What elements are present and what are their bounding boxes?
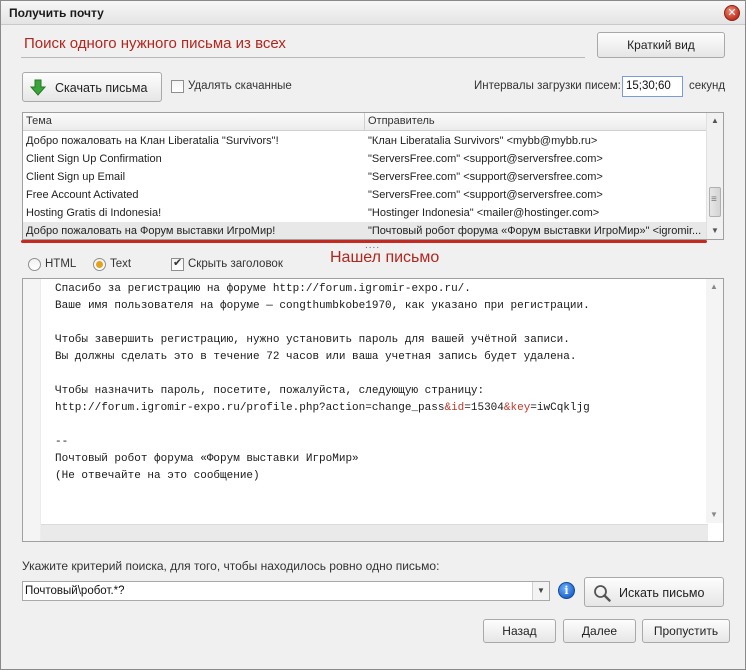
message-line: Ваше имя пользователя на форуме — congth… — [55, 300, 590, 312]
info-icon[interactable]: i — [558, 582, 575, 599]
message-body[interactable]: Спасибо за регистрацию на форуме http://… — [22, 278, 724, 542]
column-sender[interactable]: Отправитель — [368, 115, 435, 127]
row-subject: Добро пожаловать на Форум выставки ИгроМ… — [26, 225, 276, 237]
delete-downloaded-label: Удалять скачанные — [188, 80, 292, 92]
download-mail-button[interactable]: Скачать письма — [22, 72, 162, 102]
page-title: Поиск одного нужного письма из всех — [24, 35, 286, 52]
row-sender: "Клан Liberatalia Survivors" <mybb@mybb.… — [368, 135, 598, 147]
annotation-found: Нашел письмо — [330, 249, 440, 266]
interval-label: Интервалы загрузки писем: — [474, 80, 621, 92]
row-subject: Client Sign up Email — [26, 171, 126, 183]
table-scrollbar[interactable]: ▲ ▼ — [706, 113, 723, 239]
hide-header-checkbox[interactable] — [171, 256, 184, 271]
row-subject: Free Account Activated — [26, 189, 139, 201]
scroll-up-icon[interactable]: ▲ — [706, 279, 722, 295]
message-line: Почтовый робот форума «Форум выставки Иг… — [55, 453, 359, 465]
hide-header-label: Скрыть заголовок — [188, 258, 283, 270]
message-link-line: http://forum.igromir-expo.ru/profile.php… — [55, 402, 590, 414]
brief-view-button[interactable]: Краткий вид — [597, 32, 725, 58]
search-icon — [594, 585, 611, 602]
delete-downloaded-checkbox[interactable] — [171, 80, 184, 93]
scroll-up-icon[interactable]: ▲ — [707, 113, 723, 129]
message-hscrollbar[interactable] — [41, 524, 708, 541]
row-sender: "ServersFree.com" <support@serversfree.c… — [368, 171, 603, 183]
close-icon[interactable]: ✕ — [724, 5, 740, 21]
message-line: -- — [55, 436, 69, 448]
interval-input[interactable]: 15;30;60 — [622, 76, 683, 97]
table-row[interactable]: Free Account Activated "ServersFree.com"… — [23, 186, 707, 204]
next-button[interactable]: Далее — [563, 619, 636, 643]
html-radio[interactable] — [28, 258, 41, 271]
title-bar: Получить почту ✕ — [1, 1, 745, 25]
message-line: Чтобы назначить пароль, посетите, пожалу… — [55, 385, 485, 397]
html-radio-label: HTML — [45, 258, 77, 270]
table-row[interactable]: Hosting Gratis di Indonesia! "Hostinger … — [23, 204, 707, 222]
window-title: Получить почту — [9, 6, 104, 20]
column-subject[interactable]: Тема — [26, 115, 52, 127]
row-sender: "Почтовый робот форума «Форум выставки И… — [368, 225, 702, 237]
row-subject: Client Sign Up Confirmation — [26, 153, 162, 165]
mail-table: Тема Отправитель Добро пожаловать на Кла… — [22, 112, 724, 240]
search-mail-label: Искать письмо — [619, 586, 705, 600]
message-line: Вы должны сделать это в течение 72 часов… — [55, 351, 577, 363]
table-header: Тема Отправитель — [23, 113, 707, 131]
message-line: (Не отвечайте на это сообщение) — [55, 470, 260, 482]
row-sender: "ServersFree.com" <support@serversfree.c… — [368, 189, 603, 201]
table-row[interactable]: Client Sign up Email "ServersFree.com" <… — [23, 168, 707, 186]
row-subject: Hosting Gratis di Indonesia! — [26, 207, 162, 219]
get-mail-dialog: Получить почту ✕ Поиск одного нужного пи… — [0, 0, 746, 670]
chevron-down-icon[interactable]: ▼ — [532, 582, 549, 600]
text-radio[interactable] — [93, 258, 106, 271]
heading-box: Поиск одного нужного письма из всех — [21, 32, 585, 58]
download-mail-label: Скачать письма — [55, 81, 148, 95]
row-sender: "ServersFree.com" <support@serversfree.c… — [368, 153, 603, 165]
interval-unit: секунд — [689, 80, 726, 92]
criteria-combobox[interactable]: Почтовый\робот.*? ▼ — [22, 581, 550, 601]
skip-button[interactable]: Пропустить — [642, 619, 730, 643]
scroll-down-icon[interactable]: ▼ — [707, 223, 723, 239]
message-line: Чтобы завершить регистрацию, нужно устан… — [55, 334, 570, 346]
criteria-label: Укажите критерий поиска, для того, чтобы… — [22, 559, 440, 573]
text-radio-label: Text — [110, 258, 132, 270]
table-row[interactable]: Client Sign Up Confirmation "ServersFree… — [23, 150, 707, 168]
criteria-value: Почтовый\робот.*? — [25, 585, 125, 597]
table-row-selected[interactable]: Добро пожаловать на Форум выставки ИгроМ… — [23, 222, 707, 239]
search-mail-button[interactable]: Искать письмо — [584, 577, 724, 607]
message-scrollbar[interactable]: ▲ ▼ — [706, 279, 723, 523]
message-line: Спасибо за регистрацию на форуме http://… — [55, 283, 471, 295]
scroll-thumb[interactable] — [709, 187, 721, 217]
found-row-highlight — [21, 240, 707, 243]
row-subject: Добро пожаловать на Клан Liberatalia "Su… — [26, 135, 279, 147]
back-button[interactable]: Назад — [483, 619, 556, 643]
table-row[interactable]: Добро пожаловать на Клан Liberatalia "Su… — [23, 132, 707, 150]
row-sender: "Hostinger Indonesia" <mailer@hostinger.… — [368, 207, 600, 219]
download-arrow-icon — [29, 79, 47, 96]
scroll-down-icon[interactable]: ▼ — [706, 507, 722, 523]
